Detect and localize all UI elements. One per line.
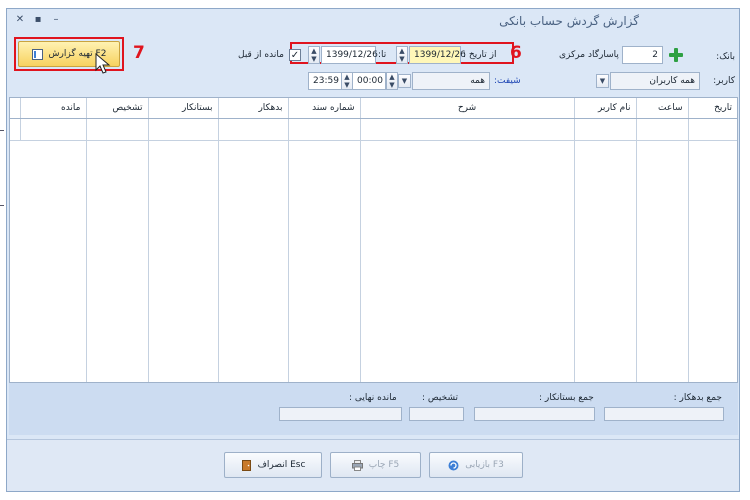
table-header-row: تاریخ ساعت نام کاربر شرح شماره سند بدهکا… [10, 98, 737, 119]
annotation-step-6: 6 [510, 43, 522, 63]
report-table-grid: تاریخ ساعت نام کاربر شرح شماره سند بدهکا… [10, 98, 737, 141]
shift-label: شیفت: [494, 76, 521, 86]
column-header[interactable]: شرح [359, 98, 574, 119]
column-header-spacer [10, 98, 20, 119]
exit-door-icon [241, 459, 252, 471]
summary-panel: جمع بدهکار : جمع بستانکار : تشخیص : ماند… [9, 383, 738, 435]
bank-code-input[interactable]: 2 [622, 46, 663, 64]
from-date-input[interactable]: 1399/12/26 [409, 46, 466, 64]
user-select[interactable]: همه کاربران [610, 72, 700, 90]
prev-balance-label: مانده از قبل [238, 50, 284, 60]
column-header[interactable]: شماره سند [287, 98, 360, 119]
title-bar: ✕ ▪ – گزارش گردش حساب بانکی [7, 9, 739, 33]
user-label: کاربر: [713, 76, 735, 86]
cancel-button[interactable]: انصراف Esc [224, 452, 322, 478]
annotation-step-7: 7 [133, 43, 145, 63]
maximize-icon[interactable]: ▪ [31, 13, 45, 27]
add-bank-icon[interactable] [668, 47, 684, 63]
total-credit-label: جمع بستانکار : [539, 393, 594, 403]
time-from-spinner[interactable]: ▲ ▼ [386, 72, 398, 90]
report-table[interactable]: تاریخ ساعت نام کاربر شرح شماره سند بدهکا… [9, 97, 738, 383]
action-bar: بازیابی F3 چاپ F5 انصراف Esc [7, 439, 739, 491]
bank-name: پاسارگاد مرکزی [559, 50, 619, 60]
bank-label: بانک: [716, 52, 735, 62]
final-balance-label: مانده نهایی : [349, 393, 397, 403]
time-from-input[interactable]: 00:00 [352, 72, 386, 90]
cancel-label: انصراف Esc [257, 460, 306, 470]
final-balance-field [279, 407, 402, 421]
report-icon [31, 48, 43, 60]
refresh-icon [448, 460, 459, 471]
bank-turnover-report-window: ✕ ▪ – گزارش گردش حساب بانکی تهیه گزارش F… [6, 8, 740, 492]
from-date-label: از تاریخ : [463, 50, 497, 60]
column-header[interactable]: نام کاربر [573, 98, 636, 119]
print-button[interactable]: چاپ F5 [330, 452, 421, 478]
printer-icon [351, 459, 363, 471]
user-dropdown-icon[interactable]: ▼ [596, 74, 609, 88]
column-header[interactable]: مانده [19, 98, 86, 119]
to-date-label: تا: [378, 50, 387, 60]
diagnosis-field [409, 407, 464, 421]
diagnosis-label: تشخیص : [422, 393, 458, 403]
window-title: گزارش گردش حساب بانکی [499, 14, 639, 28]
close-icon[interactable]: ✕ [13, 13, 27, 27]
time-to-input[interactable]: 23:59 [308, 72, 342, 90]
total-debit-field [604, 407, 724, 421]
total-credit-field [474, 407, 595, 421]
time-to-spinner[interactable]: ▲ ▼ [341, 72, 353, 90]
column-header[interactable]: تشخیص [85, 98, 148, 119]
print-label: چاپ F5 [368, 460, 400, 470]
to-date-input[interactable]: 1399/12/26 [321, 46, 378, 64]
column-header[interactable]: ساعت [635, 98, 688, 119]
to-date-spinner[interactable]: ▲ ▼ [308, 46, 320, 64]
shift-dropdown-icon[interactable]: ▼ [398, 74, 411, 88]
column-header[interactable]: تاریخ [687, 98, 737, 119]
mouse-cursor-icon [95, 53, 111, 74]
side-mark [0, 205, 4, 206]
refresh-button[interactable]: بازیابی F3 [429, 452, 523, 478]
shift-select[interactable]: همه [412, 72, 490, 90]
side-mark [0, 130, 4, 131]
total-debit-label: جمع بدهکار : [673, 393, 722, 403]
refresh-label: بازیابی F3 [465, 460, 504, 470]
column-header[interactable]: بستانکار [147, 98, 218, 119]
column-header[interactable]: بدهکار [217, 98, 288, 119]
prev-balance-checkbox[interactable]: ✓ [289, 49, 301, 61]
minimize-icon[interactable]: – [49, 13, 63, 27]
table-row[interactable] [10, 118, 737, 141]
from-date-spinner[interactable]: ▲ ▼ [396, 46, 408, 64]
